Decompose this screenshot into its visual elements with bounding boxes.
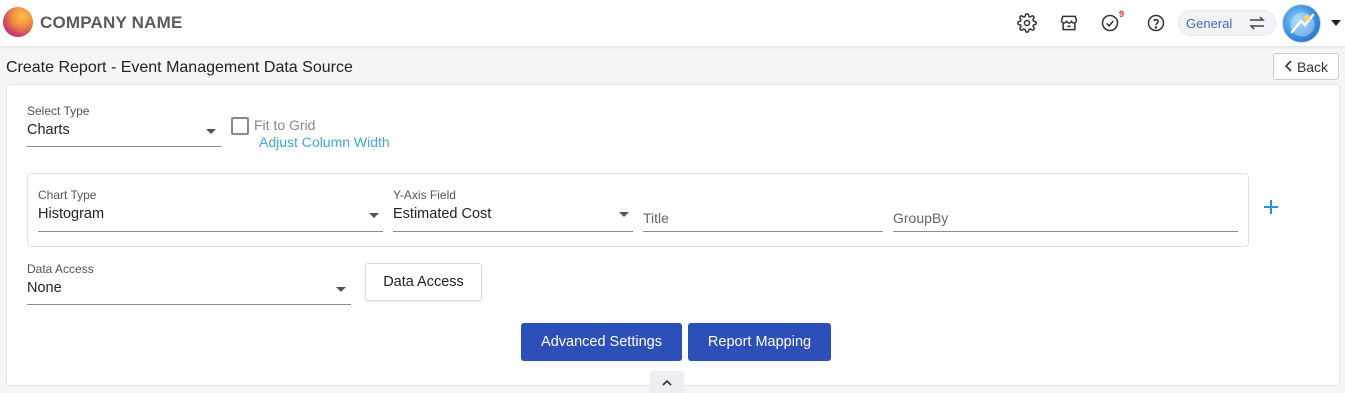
add-chart-plus-icon[interactable]	[1263, 199, 1279, 215]
y-axis-field-value[interactable]: Estimated Cost	[393, 206, 491, 222]
chart-config-row: Chart Type Histogram Y-Axis Field Estima…	[27, 173, 1249, 247]
fit-to-grid-label: Fit to Grid	[254, 117, 316, 133]
tasks-check-icon[interactable]	[1099, 12, 1121, 34]
select-type-dropdown-icon[interactable]	[206, 129, 216, 134]
data-access-underline	[27, 304, 351, 305]
account-menu-chevron-icon[interactable]	[1331, 20, 1341, 26]
chart-type-label: Chart Type	[38, 188, 97, 202]
fit-to-grid-checkbox[interactable]	[231, 117, 249, 135]
swap-icon	[1248, 15, 1266, 36]
data-access-label: Data Access	[27, 262, 94, 276]
back-button[interactable]: Back	[1273, 53, 1339, 80]
report-mapping-button[interactable]: Report Mapping	[688, 323, 831, 361]
page-title: Create Report - Event Management Data So…	[6, 59, 353, 76]
title-underline	[643, 231, 883, 232]
user-avatar[interactable]	[1282, 4, 1321, 43]
groupby-input[interactable]: GroupBy	[893, 210, 948, 226]
top-bar: COMPANY NAME 9 General	[0, 0, 1345, 47]
settings-icon[interactable]	[1016, 12, 1038, 34]
y-axis-underline	[393, 231, 633, 232]
notification-badge: 9	[1119, 9, 1125, 19]
chevron-up-icon	[662, 373, 672, 391]
collapse-panel-button[interactable]	[650, 371, 684, 393]
company-name: COMPANY NAME	[40, 13, 183, 32]
select-type-value[interactable]: Charts	[27, 122, 70, 138]
groupby-underline	[893, 231, 1238, 232]
advanced-settings-button[interactable]: Advanced Settings	[521, 323, 682, 361]
adjust-column-width-link[interactable]: Adjust Column Width	[259, 134, 390, 150]
data-access-value[interactable]: None	[27, 280, 62, 296]
report-form-card: Select Type Charts Fit to Grid Adjust Co…	[6, 84, 1340, 386]
select-type-label: Select Type	[27, 104, 90, 118]
store-icon[interactable]	[1058, 12, 1080, 34]
environment-label: General	[1186, 16, 1233, 31]
environment-switcher[interactable]: General	[1178, 10, 1276, 36]
chevron-left-icon	[1284, 59, 1293, 75]
company-logo	[3, 7, 33, 37]
help-icon[interactable]	[1145, 12, 1167, 34]
data-access-dropdown-icon[interactable]	[336, 287, 346, 292]
chart-type-dropdown-icon[interactable]	[369, 213, 379, 218]
chart-type-value[interactable]: Histogram	[38, 206, 104, 222]
back-button-label: Back	[1296, 58, 1329, 75]
title-input[interactable]: Title	[643, 210, 669, 226]
data-access-button[interactable]: Data Access	[365, 263, 482, 301]
y-axis-dropdown-icon[interactable]	[619, 212, 629, 217]
y-axis-field-label: Y-Axis Field	[393, 188, 456, 202]
chart-type-underline	[38, 231, 383, 232]
select-type-underline	[27, 146, 221, 147]
